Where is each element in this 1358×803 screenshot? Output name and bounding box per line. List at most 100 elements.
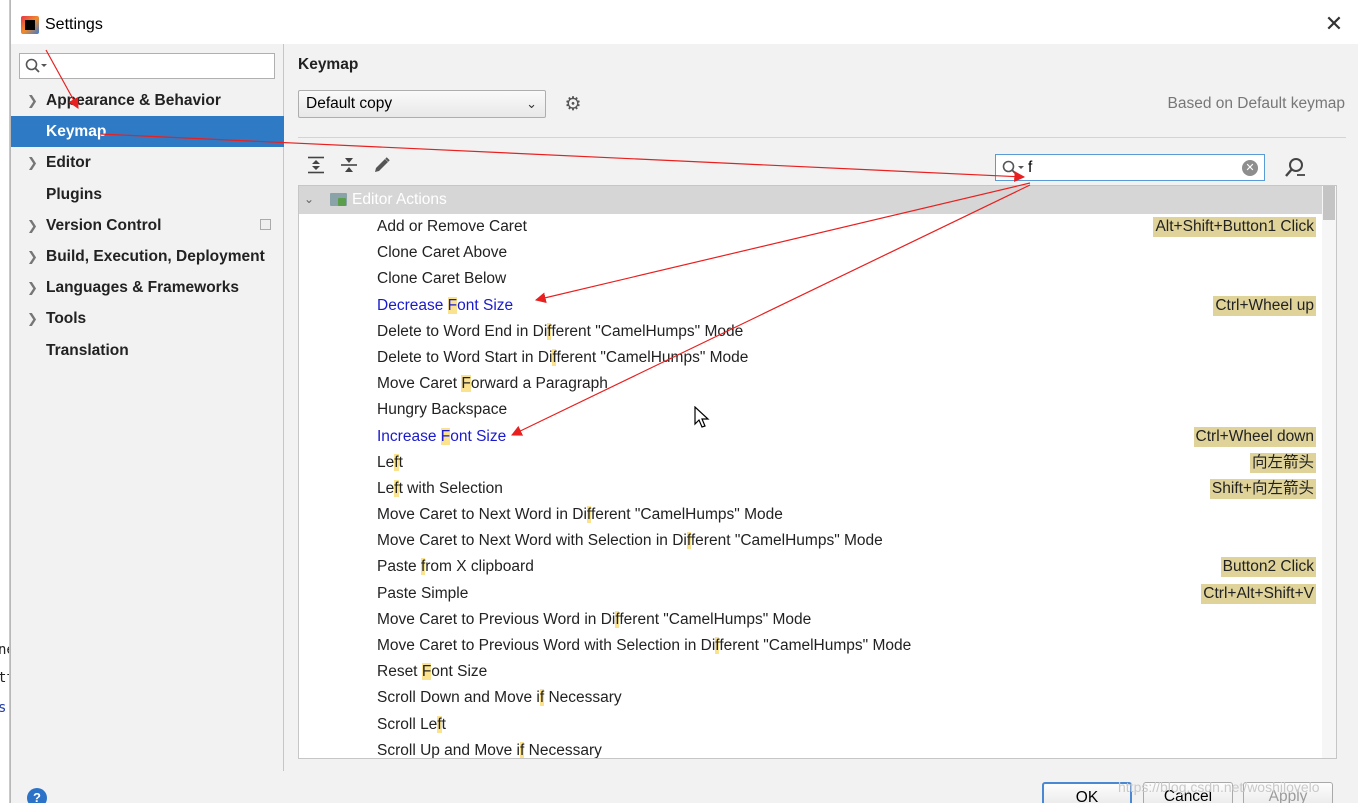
action-name: Scroll Up and Move if Necessary [377,741,602,759]
shortcut-badge: Alt+Shift+Button1 Click [1153,217,1316,237]
edit-icon[interactable] [371,156,393,178]
list-item[interactable]: Move Caret to Next Word in Different "Ca… [299,502,1323,528]
list-item[interactable]: Scroll Up and Move if Necessary [299,738,1323,759]
sidebar-item[interactable]: Keymap [11,116,284,148]
sidebar-item-label: Plugins [46,185,102,203]
sidebar-item[interactable]: ❯ Languages & Frameworks [11,272,284,303]
keymap-select[interactable]: Default copy ⌄ [298,90,546,118]
list-item[interactable]: Delete to Word End in Different "CamelHu… [299,319,1323,345]
search-match-highlight: f [437,715,442,733]
sidebar-item-label: Version Control [46,216,162,234]
list-item[interactable]: Paste Simple Ctrl+Alt+Shift+V [299,581,1323,607]
group-label: Editor Actions [352,191,447,208]
group-row-editor-actions[interactable]: ⌄ Editor Actions [299,186,1323,214]
chevron-right-icon[interactable]: ❯ [27,85,38,116]
action-search-input[interactable] [1028,156,1233,179]
clear-icon[interactable]: ✕ [1242,160,1258,176]
search-match-highlight: f [539,689,545,707]
list-item[interactable]: Scroll Down and Move if Necessary [299,685,1323,711]
shortcut-badge: Button2 Click [1220,557,1316,578]
close-icon[interactable]: ✕ [1321,12,1347,38]
sidebar-item[interactable]: ❯ Tools [11,303,284,334]
app-icon [21,16,39,34]
search-match-highlight: f [586,506,591,524]
find-shortcut-icon[interactable] [1283,156,1307,180]
list-item[interactable]: Increase Font Size Ctrl+Wheel down [299,424,1323,450]
search-match-highlight: f [686,532,691,550]
search-match-highlight: f [715,637,720,654]
sidebar-item-label: Editor [46,154,91,172]
shortcut-badge: Ctrl+Wheel down [1193,426,1316,447]
search-match-highlight: f [552,348,557,366]
chevron-right-icon[interactable]: ❯ [27,303,38,334]
sidebar-item[interactable]: ❯ Version Control [11,210,284,241]
action-name: Scroll Down and Move if Necessary [377,689,622,707]
list-item[interactable]: Decrease Font Size Ctrl+Wheel up [299,293,1323,319]
action-name: Move Caret to Previous Word in Different… [377,610,812,628]
chevron-down-icon: ⌄ [526,96,537,111]
action-name: Clone Caret Above [377,244,508,262]
sidebar-item-label: Appearance & Behavior [46,92,221,109]
list-item[interactable]: Paste from X clipboard Button2 Click [299,554,1323,580]
action-name: Scroll Left [377,715,446,733]
list-item[interactable]: Add or Remove Caret Alt+Shift+Button1 Cli… [299,214,1323,240]
chevron-right-icon[interactable]: ❯ [27,210,38,241]
background-text: s: [0,700,9,716]
sidebar-item[interactable]: Plugins [11,179,284,210]
list-item[interactable]: Scroll Left [299,712,1323,738]
action-name: Delete to Word Start in Different "Camel… [377,348,749,366]
list-item[interactable]: Clone Caret Below [299,266,1323,292]
search-match-highlight: f [420,558,426,576]
action-search-field[interactable]: ✕ [995,154,1265,181]
shortcut-badge: Shift+向左箭头 [1209,478,1316,499]
action-name: Left with Selection [377,479,503,497]
search-icon [25,58,47,73]
sidebar-item-label: Build, Execution, Deployment [46,247,265,265]
sidebar-item[interactable]: ❯ Appearance & Behavior [11,85,284,116]
chevron-right-icon[interactable]: ❯ [27,241,38,272]
cursor-icon [694,406,710,428]
list-item[interactable]: Left 向左箭头 [299,450,1323,476]
action-name: Hungry Backspace [377,401,508,419]
window-title: Settings [45,16,103,33]
gear-icon[interactable]: ⚙ [562,94,584,116]
sidebar-item[interactable]: Translation [11,335,284,366]
action-name: Move Caret to Previous Word with Selecti… [377,637,912,654]
chevron-down-icon[interactable]: ⌄ [304,192,314,206]
sidebar-item[interactable]: ❯ Editor [11,147,284,178]
search-match-highlight: f [394,479,399,497]
action-name: Increase Font Size [377,427,507,445]
sidebar-item-label: Translation [46,341,129,359]
sidebar-item-label: Tools [46,310,87,328]
list-item[interactable]: Move Caret to Previous Word with Selecti… [299,633,1323,659]
shortcut-badge: Ctrl+Wheel up [1213,295,1316,316]
settings-search-input[interactable] [19,53,275,79]
scrollbar[interactable] [1322,186,1336,758]
list-item[interactable]: Reset Font Size [299,659,1323,685]
collapse-all-icon[interactable] [338,156,360,178]
action-name: Left [377,453,403,471]
scrollbar-thumb[interactable] [1323,186,1335,220]
list-item[interactable]: Move Caret to Previous Word in Different… [299,607,1323,633]
list-item[interactable]: Delete to Word Start in Different "Camel… [299,345,1323,371]
action-name: Decrease Font Size [377,296,514,314]
action-name: Clone Caret Below [377,270,507,288]
action-name: Move Caret to Next Word in Different "Ca… [377,506,783,524]
list-item[interactable]: Move Caret to Next Word with Selection i… [299,528,1323,554]
help-icon[interactable]: ? [27,788,47,803]
list-item[interactable]: Hungry Backspace [299,397,1323,423]
folder-icon [330,193,347,206]
list-item[interactable]: Move Caret Forward a Paragraph [299,371,1323,397]
search-match-highlight: f [615,610,620,628]
chevron-right-icon[interactable]: ❯ [27,147,38,178]
expand-all-icon[interactable] [305,156,327,178]
chevron-right-icon[interactable]: ❯ [27,272,38,303]
list-item[interactable]: Left with Selection Shift+向左箭头 [299,476,1323,502]
action-rows: Add or Remove Caret Alt+Shift+Button1 Cli… [299,214,1323,759]
search-match-highlight: F [461,375,471,393]
search-match-highlight: f [547,322,552,340]
background-editor-strip: ne tt s: [0,0,10,803]
list-item[interactable]: Clone Caret Above [299,240,1323,266]
sidebar-item[interactable]: ❯ Build, Execution, Deployment [11,241,284,272]
search-match-highlight: F [421,663,432,681]
